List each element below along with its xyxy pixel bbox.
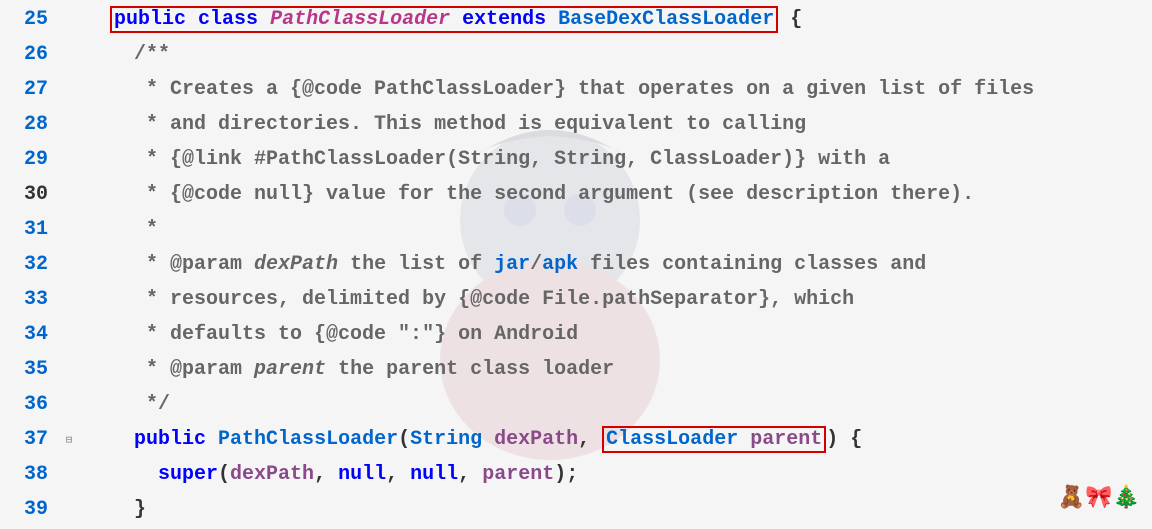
code-line[interactable]: 29 * {@link #PathClassLoader(String, Str… <box>0 142 1152 177</box>
code-line[interactable]: 34 * defaults to {@code ":"} on Android <box>0 317 1152 352</box>
code-line[interactable]: 25 public class PathClassLoader extends … <box>0 2 1152 37</box>
code-content: * {@code null} value for the second argu… <box>78 183 974 206</box>
line-number: 34 <box>0 323 60 346</box>
line-number: 25 <box>0 8 60 31</box>
code-editor[interactable]: 25 public class PathClassLoader extends … <box>0 0 1152 527</box>
code-content: * @param dexPath the list of jar/apk fil… <box>78 253 926 276</box>
line-number: 37 <box>0 428 60 451</box>
code-content: */ <box>78 393 170 416</box>
code-line[interactable]: 28 * and directories. This method is equ… <box>0 107 1152 142</box>
line-number: 28 <box>0 113 60 136</box>
code-content: * defaults to {@code ":"} on Android <box>78 323 578 346</box>
code-content: super(dexPath, null, null, parent); <box>78 463 578 486</box>
line-number: 29 <box>0 148 60 171</box>
code-content: public PathClassLoader(String dexPath, C… <box>78 426 862 453</box>
code-line[interactable]: 39 } <box>0 492 1152 527</box>
code-line[interactable]: 30 * {@code null} value for the second a… <box>0 177 1152 212</box>
line-number: 38 <box>0 463 60 486</box>
code-line[interactable]: 32 * @param dexPath the list of jar/apk … <box>0 247 1152 282</box>
code-line[interactable]: 38 super(dexPath, null, null, parent); <box>0 457 1152 492</box>
code-line[interactable]: 33 * resources, delimited by {@code File… <box>0 282 1152 317</box>
code-content: * resources, delimited by {@code File.pa… <box>78 288 854 311</box>
line-number: 27 <box>0 78 60 101</box>
code-line[interactable]: 31 * <box>0 212 1152 247</box>
code-content: * Creates a {@code PathClassLoader} that… <box>78 78 1034 101</box>
line-number: 33 <box>0 288 60 311</box>
line-number: 36 <box>0 393 60 416</box>
code-line[interactable]: 35 * @param parent the parent class load… <box>0 352 1152 387</box>
code-content: public class PathClassLoader extends Bas… <box>78 6 802 33</box>
line-number: 35 <box>0 358 60 381</box>
line-number: 30 <box>0 183 60 206</box>
line-number: 32 <box>0 253 60 276</box>
code-line[interactable]: 37 ⊟ public PathClassLoader(String dexPa… <box>0 422 1152 457</box>
line-number: 39 <box>0 498 60 521</box>
code-content: } <box>78 498 146 521</box>
code-content: * <box>78 218 158 241</box>
line-number: 31 <box>0 218 60 241</box>
code-line[interactable]: 27 * Creates a {@code PathClassLoader} t… <box>0 72 1152 107</box>
code-content: * and directories. This method is equiva… <box>78 113 806 136</box>
code-content: /** <box>78 43 170 66</box>
code-line[interactable]: 26 /** <box>0 37 1152 72</box>
code-content: * @param parent the parent class loader <box>78 358 614 381</box>
highlight-box: ClassLoader parent <box>602 426 826 453</box>
highlight-box: public class PathClassLoader extends Bas… <box>110 6 778 33</box>
code-line[interactable]: 36 */ <box>0 387 1152 422</box>
line-number: 26 <box>0 43 60 66</box>
fold-icon[interactable]: ⊟ <box>60 433 78 447</box>
code-content: * {@link #PathClassLoader(String, String… <box>78 148 890 171</box>
